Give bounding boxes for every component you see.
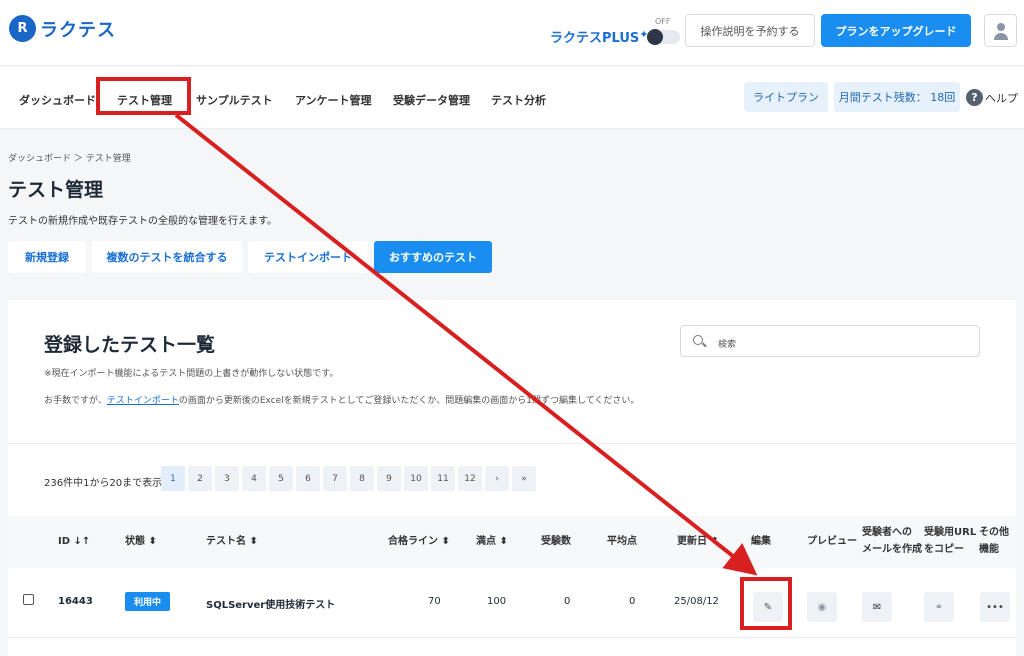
col-edit: 編集 — [751, 536, 771, 547]
app-logo[interactable]: R ラクテス — [9, 15, 116, 42]
page-11[interactable]: 11 — [431, 466, 455, 491]
page-2[interactable]: 2 — [188, 466, 212, 491]
col-id[interactable]: ID ↓↑ — [58, 533, 90, 550]
status-badge: 利用中 — [125, 592, 170, 611]
recommended-tests-button[interactable]: おすすめのテスト — [374, 241, 492, 273]
logo-icon: R — [9, 15, 36, 42]
table-row: 16443 利用中 SQLServer使用技術テスト 70 100 0 0 25… — [8, 568, 1016, 638]
nav-sample-test[interactable]: サンプルテスト — [196, 92, 273, 108]
nav-exam-data[interactable]: 受験データ管理 — [393, 92, 470, 108]
page-9[interactable]: 9 — [377, 466, 401, 491]
row-id: 16443 — [58, 596, 93, 607]
row-full-score: 100 — [487, 596, 507, 607]
page-description: テストの新規作成や既存テストの全般的な管理を行えます。 — [8, 216, 277, 227]
col-other: その他 機能 — [979, 527, 1009, 555]
toggle-state-label: OFF — [655, 17, 671, 26]
page-1[interactable]: 1 — [161, 466, 185, 491]
list-title: 登録したテスト一覧 — [44, 334, 216, 356]
col-preview: プレビュー — [807, 536, 857, 547]
page-6[interactable]: 6 — [296, 466, 320, 491]
import-instructions: お手数ですが、テストインポートの画面から更新後のExcelを新規テストとしてご登… — [44, 396, 640, 406]
test-import-link[interactable]: テストインポート — [107, 396, 179, 406]
page-12[interactable]: 12 — [458, 466, 482, 491]
page-7[interactable]: 7 — [323, 466, 347, 491]
row-examinees: 0 — [564, 596, 571, 607]
search-icon — [693, 335, 703, 345]
pagination: 1 2 3 4 5 6 7 8 9 10 11 12 › » — [161, 466, 536, 491]
toggle-knob — [647, 29, 663, 45]
nav-test-analysis[interactable]: テスト分析 — [491, 92, 546, 108]
row-pass-line: 70 — [428, 596, 441, 607]
col-pass-line[interactable]: 合格ライン ⬍ — [388, 533, 450, 550]
plan-button[interactable]: ライトプラン — [744, 82, 828, 112]
copy-link-icon[interactable]: ⚭ — [924, 592, 954, 622]
test-list-card: 登録したテスト一覧 ※現在インポート機能によるテスト問題の上書きが動作しない状態… — [8, 300, 1016, 656]
row-test-name[interactable]: SQLServer使用技術テスト — [206, 596, 335, 611]
col-full-score[interactable]: 満点 ⬍ — [476, 533, 508, 550]
merge-tests-button[interactable]: 複数のテストを統合する — [92, 241, 242, 273]
col-updated[interactable]: 更新日 ⬍ — [677, 533, 719, 550]
reserve-demo-button[interactable]: 操作説明を予約する — [685, 14, 815, 47]
search-input[interactable]: 検索 — [680, 325, 980, 357]
plus-toggle[interactable] — [647, 29, 680, 45]
mail-icon[interactable]: ✉ — [862, 592, 892, 622]
help-icon: ? — [966, 89, 983, 106]
page-4[interactable]: 4 — [242, 466, 266, 491]
user-avatar-button[interactable] — [984, 14, 1017, 47]
row-updated: 25/08/12 — [674, 596, 719, 607]
test-import-button[interactable]: テストインポート — [248, 241, 368, 273]
col-mail: 受験者への メールを作成 — [862, 527, 922, 555]
nav-dashboard[interactable]: ダッシュボード — [19, 92, 96, 108]
col-examinees: 受験数 — [541, 536, 571, 547]
help-link[interactable]: ? ヘルプ — [966, 89, 1018, 106]
preview-icon[interactable]: ◉ — [807, 592, 837, 622]
row-average: 0 — [629, 596, 636, 607]
breadcrumb[interactable]: ダッシュボード ＞ テスト管理 — [8, 151, 131, 164]
next-page-button[interactable]: › — [485, 466, 509, 491]
annotation-highlight-nav — [96, 77, 191, 115]
import-notice: ※現在インポート機能によるテスト問題の上書きが動作しない状態です。 — [44, 369, 339, 379]
page-5[interactable]: 5 — [269, 466, 293, 491]
col-test-name[interactable]: テスト名 ⬍ — [206, 533, 258, 550]
plus-label: ラクテスPLUS✦ — [550, 28, 649, 46]
page-10[interactable]: 10 — [404, 466, 428, 491]
col-average: 平均点 — [607, 536, 637, 547]
more-icon[interactable]: ••• — [980, 592, 1010, 622]
page-8[interactable]: 8 — [350, 466, 374, 491]
page-title: テスト管理 — [8, 179, 104, 201]
logo-text: ラクテス — [40, 19, 116, 41]
nav-survey[interactable]: アンケート管理 — [295, 92, 372, 108]
col-copy-url: 受験用URL をコピー — [924, 527, 977, 555]
remaining-tests-button[interactable]: 月間テスト残数： 18回 — [834, 82, 960, 112]
user-icon — [997, 23, 1005, 31]
new-register-button[interactable]: 新規登録 — [8, 241, 86, 273]
help-label: ヘルプ — [985, 91, 1018, 105]
upgrade-plan-button[interactable]: プランをアップグレード — [821, 14, 971, 47]
annotation-highlight-edit — [740, 577, 792, 630]
col-status[interactable]: 状態 ⬍ — [125, 533, 157, 550]
table-header: ID ↓↑ 状態 ⬍ テスト名 ⬍ 合格ライン ⬍ 満点 ⬍ 受験数 平均点 更… — [8, 516, 1016, 568]
top-bar: R ラクテス ラクテスPLUS✦ OFF 操作説明を予約する プランをアップグレ… — [0, 0, 1024, 66]
last-page-button[interactable]: » — [512, 466, 536, 491]
search-placeholder: 検索 — [718, 340, 737, 350]
pagination-info: 236件中1から20まで表示 — [44, 478, 163, 489]
row-checkbox[interactable] — [23, 594, 34, 605]
divider — [8, 443, 1016, 444]
page-3[interactable]: 3 — [215, 466, 239, 491]
